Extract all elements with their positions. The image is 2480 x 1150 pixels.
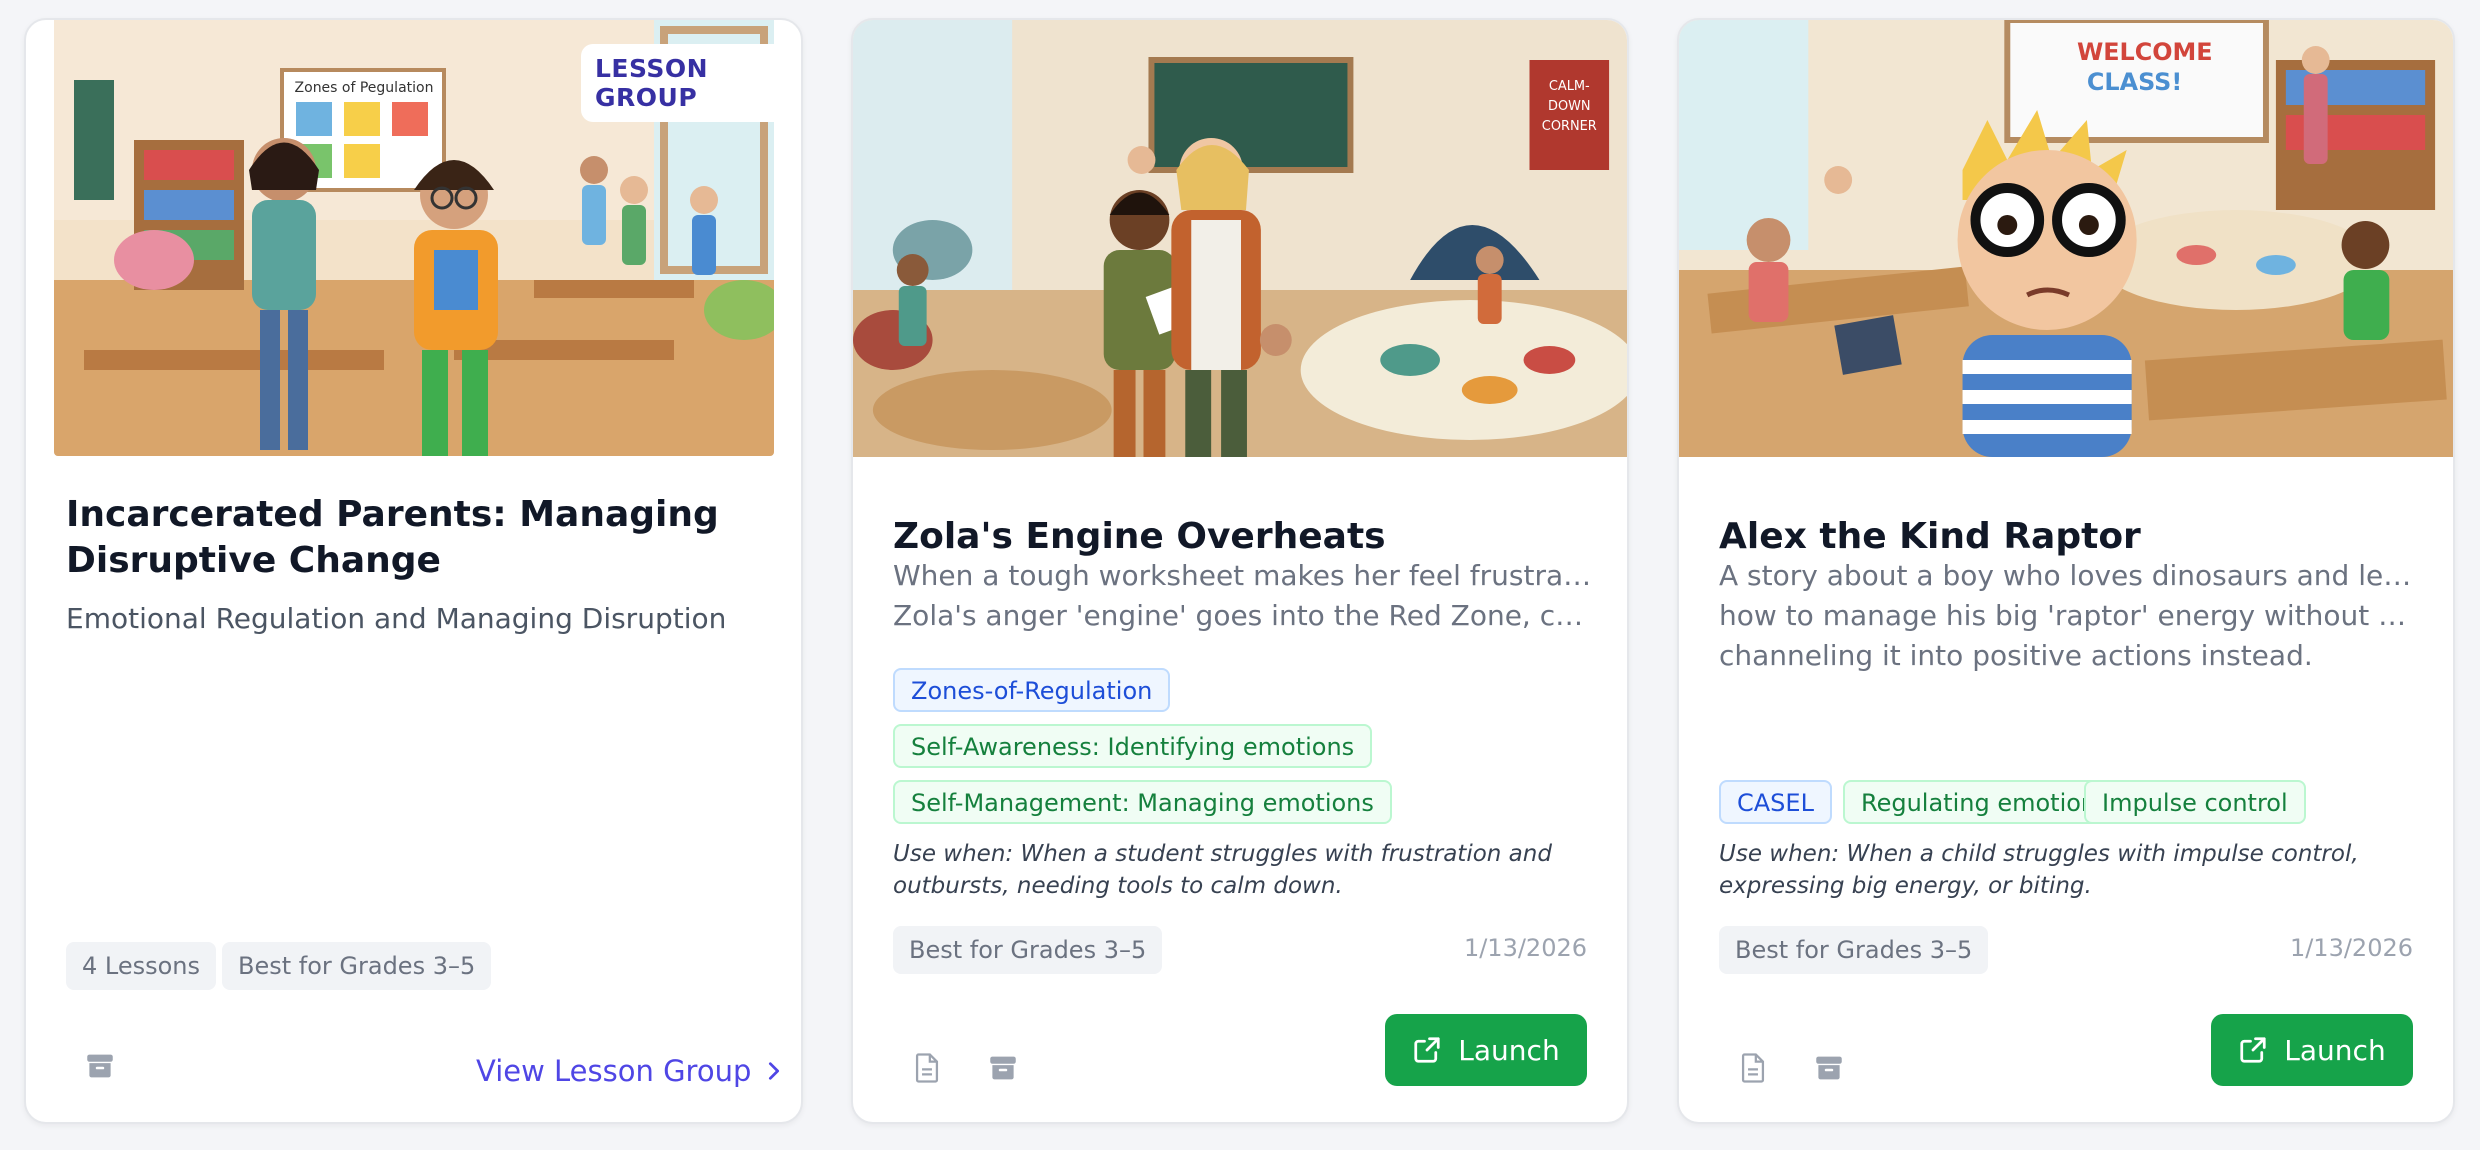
svg-text:DOWN: DOWN	[1548, 99, 1591, 114]
card-title: Zola's Engine Overheats	[893, 516, 1386, 557]
view-lesson-group-link[interactable]: View Lesson Group	[476, 1054, 785, 1088]
tag-self-awareness: Self-Awareness: Identifying emotions	[893, 724, 1373, 768]
description-line: When a tough worksheet makes her feel fr…	[893, 559, 1593, 592]
document-icon[interactable]	[1731, 1046, 1775, 1090]
card-title: Alex the Kind Raptor	[1719, 516, 2141, 557]
card-title: Incarcerated Parents: Managing Disruptiv…	[66, 494, 719, 581]
card-description: A story about a boy who loves dinosaurs …	[1719, 556, 2419, 676]
lesson-group-badge: LESSON GROUP	[581, 44, 801, 122]
description-line: A story about a boy who loves dinosaurs …	[1719, 559, 2419, 592]
date-label: 1/13/2026	[1463, 934, 1587, 962]
card-subtitle: Emotional Regulation and Managing Disrup…	[66, 602, 727, 635]
external-link-icon	[1414, 1037, 1440, 1063]
tag-casel: CASEL	[1719, 780, 1832, 824]
story-card[interactable]: CALM- DOWN CORNER Zola's Engine Overheat…	[851, 18, 1629, 1124]
chevron-right-icon	[769, 1062, 780, 1080]
archive-icon[interactable]	[1807, 1046, 1851, 1090]
grade-badge: Best for Grades 3–5	[1719, 926, 1989, 974]
launch-label: Launch	[1458, 1033, 1560, 1067]
tag-self-management: Self-Management: Managing emotions	[893, 780, 1392, 824]
launch-button[interactable]: Launch	[1385, 1014, 1587, 1086]
svg-text:CLASS!: CLASS!	[2087, 68, 2182, 96]
description-line: how to manage his big 'raptor' energy wi…	[1719, 599, 2419, 632]
tag-zones-of-regulation: Zones-of-Regulation	[893, 668, 1171, 712]
description-line: channeling it into positive actions inst…	[1719, 639, 2313, 672]
grade-badge: Best for Grades 3–5	[893, 926, 1163, 974]
archive-icon[interactable]	[78, 1044, 122, 1088]
grade-badge: Best for Grades 3–5	[222, 942, 492, 990]
tag-impulse-control: Impulse control	[2084, 780, 2306, 824]
external-link-icon	[2240, 1037, 2266, 1063]
use-when-note: Use when: When a student struggles with …	[893, 841, 1552, 899]
document-icon[interactable]	[905, 1046, 949, 1090]
svg-text:CALM-: CALM-	[1549, 79, 1590, 94]
svg-text:WELCOME: WELCOME	[2077, 38, 2213, 66]
board-text: Zones of Pegulation	[295, 80, 434, 96]
launch-button[interactable]: Launch	[2211, 1014, 2413, 1086]
use-when-note: Use when: When a child struggles with im…	[1719, 841, 2359, 899]
description-line: Zola's anger 'engine' goes into the Red …	[893, 599, 1593, 632]
view-lesson-group-label: View Lesson Group	[476, 1054, 752, 1088]
lesson-group-card[interactable]: Zones of Pegulation LESSON GROUP Incarce…	[24, 18, 803, 1124]
date-label: 1/13/2026	[2289, 934, 2413, 962]
svg-text:CORNER: CORNER	[1542, 119, 1597, 134]
card-description: When a tough worksheet makes her feel fr…	[893, 556, 1593, 636]
lesson-count-badge: 4 Lessons	[66, 942, 217, 990]
story-card[interactable]: WELCOME CLASS! Alex the Kind Raptor A st…	[1677, 18, 2455, 1124]
launch-label: Launch	[2284, 1033, 2386, 1067]
story-illustration: CALM- DOWN CORNER	[853, 20, 1627, 457]
archive-icon[interactable]	[981, 1046, 1025, 1090]
story-illustration: WELCOME CLASS!	[1679, 20, 2453, 457]
